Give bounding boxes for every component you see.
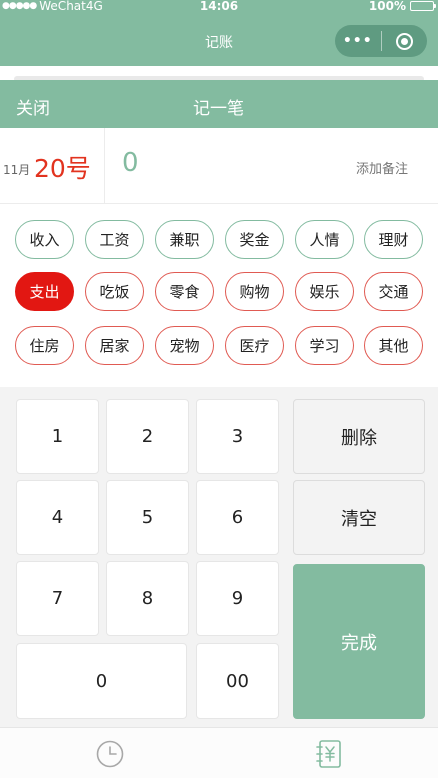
category-grid: 收入 工资 兼职 奖金 人情 理财 支出 吃饭 零食 购物 娱乐 交通 住房 居… xyxy=(0,204,438,387)
target-icon xyxy=(395,32,413,50)
tab-history[interactable] xyxy=(0,728,219,778)
key-6[interactable]: 6 xyxy=(196,480,279,555)
category-parttime[interactable]: 兼职 xyxy=(155,220,214,259)
divider-strip xyxy=(0,66,438,82)
category-entertainment[interactable]: 娱乐 xyxy=(295,272,354,311)
record-title: 记一笔 xyxy=(193,99,244,119)
record-header: 关闭 记一笔 xyxy=(0,80,438,128)
entry-row: 11月 20号 0 添加备注 xyxy=(0,128,438,204)
done-button[interactable]: 完成 xyxy=(293,564,425,719)
month-label: 11月 xyxy=(3,163,31,177)
tab-bar xyxy=(0,727,438,778)
category-finance[interactable]: 理财 xyxy=(364,220,423,259)
category-bonus[interactable]: 奖金 xyxy=(225,220,284,259)
date-picker[interactable]: 11月 20号 xyxy=(0,128,105,204)
add-note-button[interactable]: 添加备注 xyxy=(356,158,408,177)
category-meals[interactable]: 吃饭 xyxy=(85,272,144,311)
category-income[interactable]: 收入 xyxy=(15,220,74,259)
battery-percent: 100% xyxy=(368,0,406,13)
key-00[interactable]: 00 xyxy=(196,643,279,719)
key-1[interactable]: 1 xyxy=(16,399,99,474)
category-gift[interactable]: 人情 xyxy=(295,220,354,259)
clock-icon xyxy=(96,740,123,767)
exit-button[interactable] xyxy=(381,25,427,57)
miniprogram-capsule: ••• xyxy=(335,25,427,57)
category-housing[interactable]: 住房 xyxy=(15,326,74,365)
category-salary[interactable]: 工资 xyxy=(85,220,144,259)
key-5[interactable]: 5 xyxy=(106,480,189,555)
key-2[interactable]: 2 xyxy=(106,399,189,474)
key-8[interactable]: 8 xyxy=(106,561,189,636)
category-study[interactable]: 学习 xyxy=(295,326,354,365)
close-button[interactable]: 关闭 xyxy=(16,94,50,119)
nav-bar: 记账 ••• xyxy=(0,16,438,66)
number-keypad: 1 2 3 删除 4 5 6 清空 7 8 9 0 00 完成 xyxy=(0,387,438,727)
category-other[interactable]: 其他 xyxy=(364,326,423,365)
category-home[interactable]: 居家 xyxy=(85,326,144,365)
key-9[interactable]: 9 xyxy=(196,561,279,636)
amount-display: 0 xyxy=(122,148,139,178)
more-dots-icon: ••• xyxy=(342,33,373,49)
key-0[interactable]: 0 xyxy=(16,643,187,719)
category-shopping[interactable]: 购物 xyxy=(225,272,284,311)
key-3[interactable]: 3 xyxy=(196,399,279,474)
category-snacks[interactable]: 零食 xyxy=(155,272,214,311)
status-bar: ●●●●● WeChat4G 14:06 100% xyxy=(0,0,438,16)
category-expense[interactable]: 支出 xyxy=(15,272,74,311)
more-button[interactable]: ••• xyxy=(335,25,381,57)
tab-record[interactable] xyxy=(219,728,438,778)
delete-button[interactable]: 删除 xyxy=(293,399,425,474)
clear-button[interactable]: 清空 xyxy=(293,480,425,555)
battery-icon xyxy=(410,1,436,11)
category-medical[interactable]: 医疗 xyxy=(225,326,284,365)
category-pets[interactable]: 宠物 xyxy=(155,326,214,365)
battery: 100% xyxy=(368,0,436,13)
ledger-icon xyxy=(315,739,341,768)
category-transport[interactable]: 交通 xyxy=(364,272,423,311)
key-7[interactable]: 7 xyxy=(16,561,99,636)
day-label: 20号 xyxy=(34,154,91,183)
key-4[interactable]: 4 xyxy=(16,480,99,555)
